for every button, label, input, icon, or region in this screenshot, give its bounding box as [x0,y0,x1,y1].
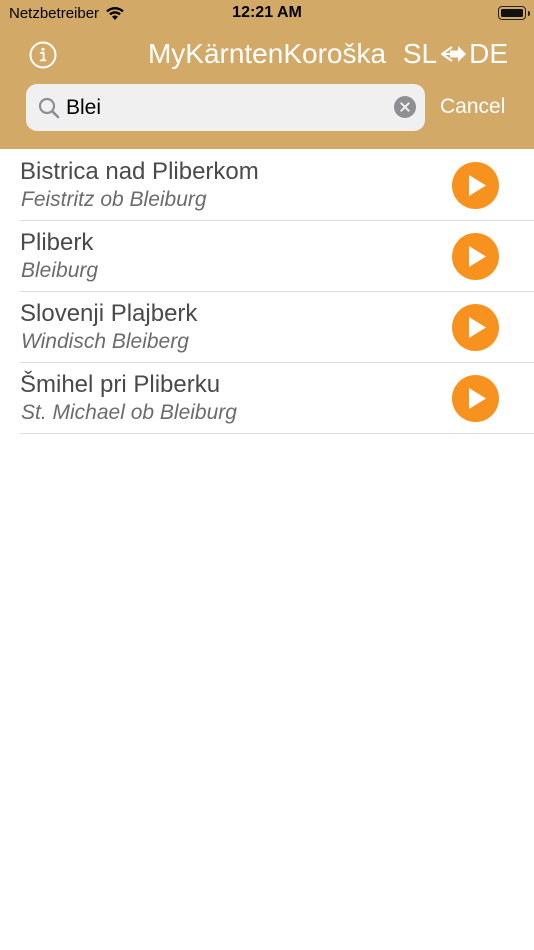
place-name-german: Windisch Bleiberg [21,330,189,353]
play-icon[interactable] [452,304,499,351]
battery-icon [498,6,530,20]
place-name-slovene: Bistrica nad Pliberkom [20,158,259,185]
play-icon[interactable] [452,162,499,209]
language-toggle-button[interactable]: SL DE [403,38,508,70]
place-name-german: Bleiburg [21,259,99,282]
play-icon[interactable] [452,375,499,422]
swap-arrows-icon [441,46,467,62]
place-name-slovene: Slovenji Plajberk [20,300,198,327]
place-name-slovene: Pliberk [20,229,94,256]
search-input[interactable]: Blei [66,84,101,131]
status-bar: Netzbetreiber 12:21 AM [0,0,534,28]
lang-from: SL [402,38,438,69]
place-name-slovene: Šmihel pri Pliberku [20,371,221,398]
status-time: 12:21 AM [232,4,302,21]
list-item[interactable]: Slovenji Plajberk Windisch Bleiberg [0,292,534,363]
list-item[interactable]: Šmihel pri Pliberku St. Michael ob Bleib… [0,363,534,434]
results-list: Bistrica nad Pliberkom Feistritz ob Blei… [0,150,534,434]
divider [20,433,534,434]
list-item[interactable]: Pliberk Bleiburg [0,221,534,292]
app-title: MyKärntenKoroška [147,38,387,69]
cancel-button[interactable]: Cancel [440,84,505,131]
app-header: Netzbetreiber 12:21 AM MyKärntenKoroška … [0,0,534,149]
clear-icon[interactable] [394,96,416,118]
place-name-german: St. Michael ob Bleiburg [21,401,237,424]
search-icon [38,97,60,119]
search-field[interactable]: Blei [26,84,425,131]
play-icon[interactable] [452,233,499,280]
lang-to: DE [469,38,508,69]
nav-bar: MyKärntenKoroška SL DE [0,30,534,80]
search-row: Blei Cancel [0,84,534,131]
list-item[interactable]: Bistrica nad Pliberkom Feistritz ob Blei… [0,150,534,221]
info-icon[interactable] [28,40,58,70]
place-name-german: Feistritz ob Bleiburg [21,188,207,211]
